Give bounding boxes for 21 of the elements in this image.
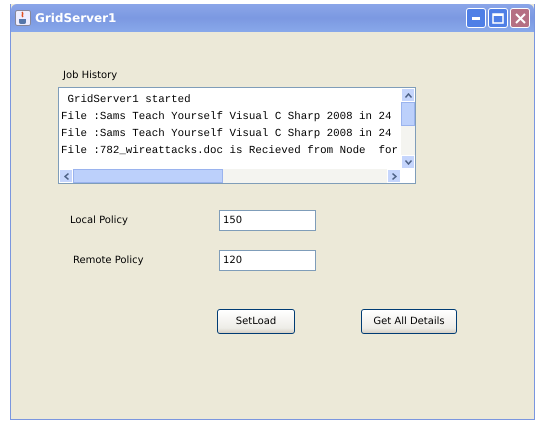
close-button[interactable] [510,8,530,28]
minimize-icon [472,16,480,20]
vertical-scrollbar[interactable] [401,88,415,169]
field-label: Remote Policy [72,255,145,266]
log-line: GridServer1 started [66,93,192,108]
coffee-cup-icon [15,10,31,26]
log-line: File :782_wireattacks.doc is Recieved from Node for [61,144,399,159]
maximize-button[interactable] [488,8,508,28]
close-icon [514,12,526,24]
field-label: Local Policy [69,215,129,226]
log-line: File :Sams Teach Yourself Visual C Sharp 2008 in 24 [61,110,392,125]
action-button[interactable]: SetLoad [217,309,295,334]
action-button[interactable]: Get All Details [361,309,457,334]
section-label: Job History [63,70,118,81]
horizontal-scrollbar[interactable] [59,169,401,183]
input-field[interactable]: 120 [219,250,316,271]
log-line: File :Sams Teach Yourself Visual C Sharp 2008 in 24 [61,127,392,142]
minimize-button[interactable] [466,8,486,28]
input-field[interactable]: 150 [219,210,316,231]
window-title: GridServer1 [35,11,118,25]
maximize-icon [492,12,504,24]
